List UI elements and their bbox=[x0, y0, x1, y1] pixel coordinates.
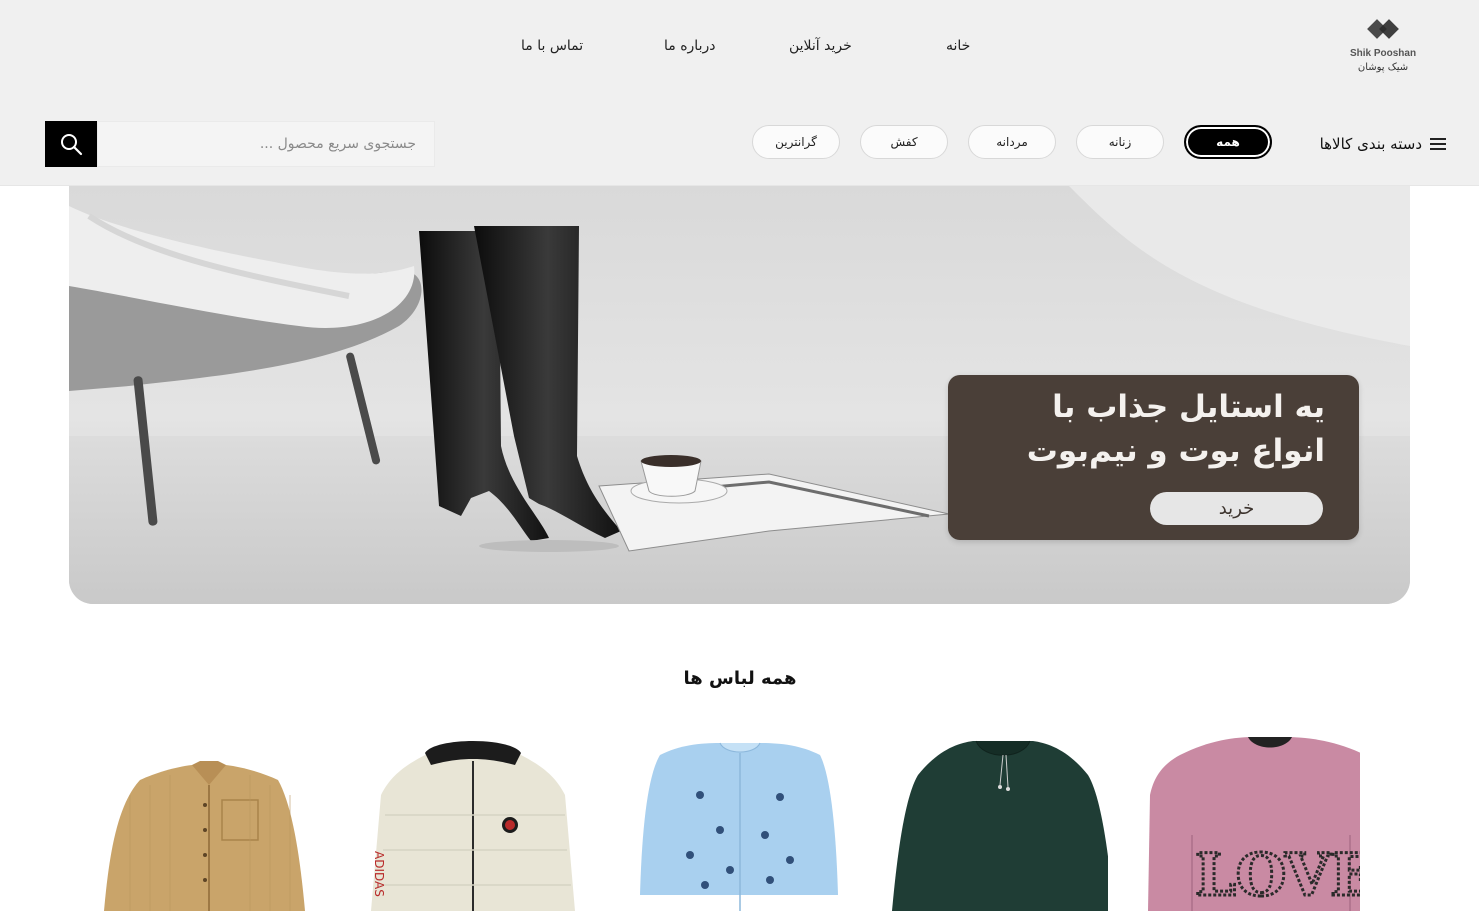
category-menu-toggle[interactable]: دسته بندی کالاها bbox=[1306, 133, 1446, 155]
product-card-blue-shirt[interactable] bbox=[630, 735, 850, 911]
search-input[interactable] bbox=[97, 121, 435, 167]
search-button[interactable] bbox=[45, 121, 97, 167]
nav-home-link[interactable]: خانه bbox=[946, 38, 970, 54]
nav-about-link[interactable]: درباره ما bbox=[664, 38, 715, 54]
category-pill-men[interactable]: مردانه bbox=[968, 125, 1056, 159]
category-pill-women[interactable]: زنانه bbox=[1076, 125, 1164, 159]
nav-contact-link[interactable]: تماس با ما bbox=[521, 38, 583, 54]
nav-shop-link[interactable]: خرید آنلاین bbox=[789, 38, 852, 54]
category-pill-shoes[interactable]: کفش bbox=[860, 125, 948, 159]
search-box bbox=[45, 121, 435, 167]
top-header: Shik Pooshan شیک پوشان خانه خرید آنلاین … bbox=[0, 0, 1479, 100]
promo-buy-button[interactable]: خرید bbox=[1150, 492, 1323, 525]
hamburger-icon bbox=[1430, 138, 1446, 150]
product-card-green-blouse[interactable] bbox=[888, 735, 1108, 911]
category-bar: دسته بندی کالاها همه زنانه مردانه کفش گر… bbox=[0, 100, 1479, 186]
green-blouse-image bbox=[892, 740, 1108, 911]
puffer-jacket-image: ADIDAS bbox=[371, 741, 575, 911]
category-pill-all[interactable]: همه bbox=[1184, 125, 1272, 159]
blue-shirt-image bbox=[640, 742, 838, 911]
brand-name-fa: شیک پوشان bbox=[1357, 62, 1409, 73]
section-title: همه لباس ها bbox=[683, 668, 797, 689]
search-icon bbox=[61, 134, 83, 156]
svg-text:LOVE: LOVE bbox=[1195, 841, 1360, 909]
product-card-puffer-jacket[interactable]: ADIDAS bbox=[365, 735, 585, 911]
brand-name-en: Shik Pooshan bbox=[1349, 48, 1417, 59]
hero-banner: یه استایل جذاب با انواع بوت و نیم‌بوت خر… bbox=[69, 186, 1410, 604]
category-pill-most-expensive[interactable]: گرانترین bbox=[752, 125, 840, 159]
corduroy-shirt-image bbox=[104, 761, 305, 911]
svg-text:ADIDAS: ADIDAS bbox=[372, 851, 386, 897]
promo-headline-line2: انواع بوت و نیم‌بوت bbox=[1026, 433, 1325, 469]
double-diamond-logo-icon bbox=[1367, 19, 1399, 39]
brand-logo[interactable]: Shik Pooshan شیک پوشان bbox=[1340, 18, 1426, 84]
pink-sweater-image: LOVE bbox=[1148, 737, 1360, 911]
product-card-pink-sweater[interactable]: LOVE bbox=[1140, 735, 1360, 911]
category-title: دسته بندی کالاها bbox=[1319, 135, 1422, 153]
product-card-corduroy-shirt[interactable] bbox=[100, 735, 320, 911]
promo-headline-line1: یه استایل جذاب با bbox=[1052, 389, 1325, 425]
promo-card: یه استایل جذاب با انواع بوت و نیم‌بوت خر… bbox=[948, 375, 1359, 540]
